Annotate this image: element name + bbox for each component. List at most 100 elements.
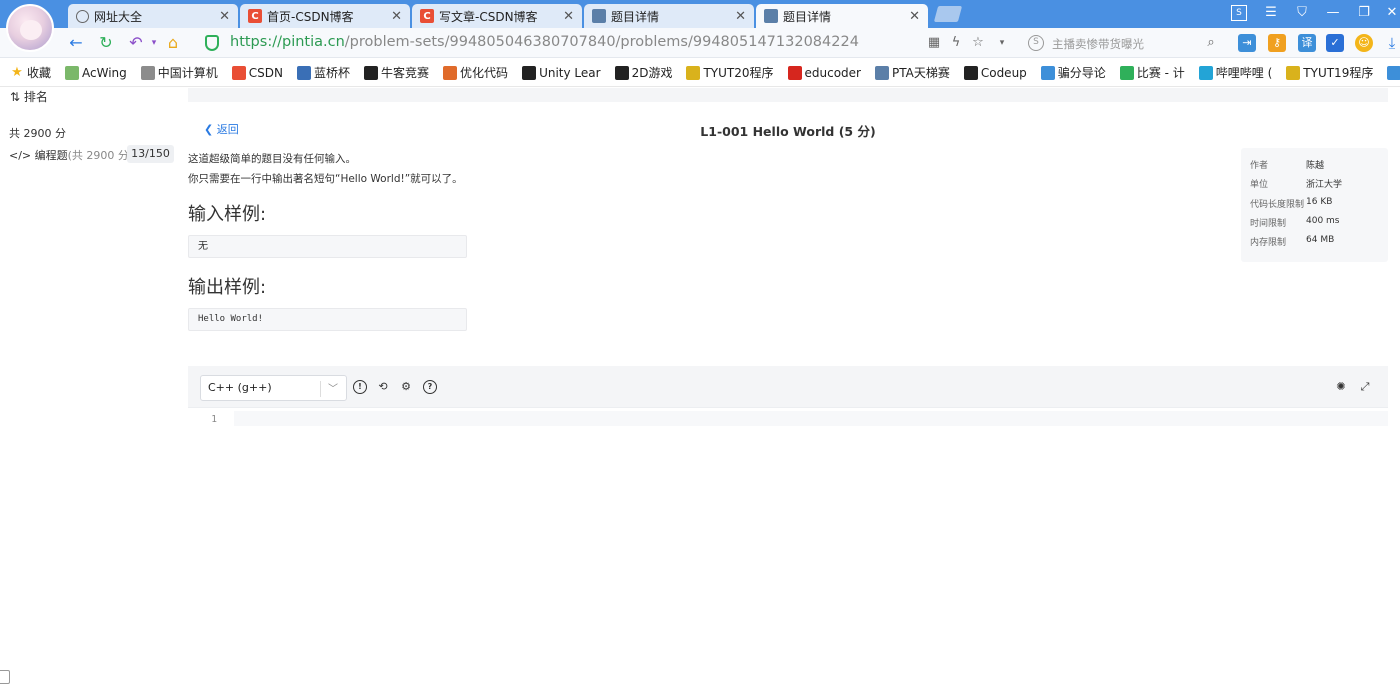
bookmark-label: 蓝桥杯: [314, 66, 351, 80]
search-icon[interactable]: ⌕: [1203, 35, 1219, 51]
browser-tab-bar: 网址大全 ✕ C 首页-CSDN博客 ✕ C 写文章-CSDN博客 ✕ 题目详情…: [0, 0, 1400, 52]
undo-dropdown-icon[interactable]: ▾: [144, 33, 164, 53]
bookmark-item[interactable]: ★ 收藏: [10, 64, 51, 81]
info-key: 时间限制: [1250, 218, 1287, 229]
shield-icon[interactable]: ✓: [1326, 34, 1344, 52]
bookmark-item[interactable]: 哔哩哔哩 (: [1198, 64, 1273, 81]
chevron-down-icon[interactable]: ▾: [994, 35, 1010, 51]
close-icon[interactable]: ✕: [391, 9, 402, 24]
bookmark-item[interactable]: 首页 - 洛: [1387, 64, 1400, 81]
bookmark-label: 收藏: [27, 66, 52, 80]
secure-shield-icon: [205, 35, 219, 51]
tab-url-directory[interactable]: 网址大全 ✕: [68, 4, 238, 28]
info-value: 浙江大学: [1306, 180, 1343, 191]
sidebar-item-programming[interactable]: </> 编程题(共 2900 分): [9, 147, 133, 163]
runner-icon: [1040, 65, 1055, 80]
tab-problem-detail[interactable]: 题目详情 ✕: [584, 4, 754, 28]
tab-csdn-home[interactable]: C 首页-CSDN博客 ✕: [240, 4, 410, 28]
info-value: 16 KB: [1306, 196, 1333, 207]
history-icon[interactable]: ⟲: [376, 380, 390, 394]
close-icon[interactable]: ✕: [219, 9, 230, 24]
bookmark-item[interactable]: 比赛 - 计: [1119, 64, 1185, 81]
home-icon[interactable]: ⌂: [163, 33, 183, 53]
tyut-icon: [1286, 65, 1301, 80]
close-icon[interactable]: ✕: [909, 9, 920, 24]
sidebar-toggle-icon[interactable]: S: [1231, 5, 1247, 21]
ccf-icon: [140, 65, 155, 80]
theme-icon[interactable]: ✺: [1334, 380, 1348, 394]
bookmark-label: 哔哩哔哩 (: [1215, 66, 1273, 80]
back-link[interactable]: ❮ 返回: [204, 121, 239, 137]
progress-badge: 13/150: [127, 145, 174, 163]
bookmark-label: 牛客竞赛: [381, 66, 430, 80]
sort-icon: ⇅: [10, 90, 24, 104]
line-gutter: [188, 408, 224, 700]
fullscreen-icon[interactable]: ⤢: [1358, 380, 1372, 394]
minimize-icon[interactable]: —: [1325, 5, 1341, 21]
bookmark-item[interactable]: TYUT20程序: [686, 64, 774, 81]
back-arrow-icon[interactable]: ←: [66, 33, 86, 53]
settings-icon[interactable]: ⚙: [399, 380, 413, 394]
menu-icon[interactable]: ☰: [1263, 5, 1279, 21]
code-input-area[interactable]: [234, 411, 1388, 426]
emoji-icon[interactable]: ☺: [1355, 34, 1373, 52]
qrcode-icon[interactable]: ▦: [926, 35, 942, 51]
problem-description: 你只需要在一行中输出著名短句“Hello World!”就可以了。: [188, 173, 463, 185]
bookmark-label: 比赛 - 计: [1136, 66, 1185, 80]
educoder-icon: [787, 65, 802, 80]
pta-icon: [764, 9, 778, 23]
login-icon[interactable]: ⇥: [1238, 34, 1256, 52]
url-field[interactable]: https://pintia.cn/problem-sets/994805046…: [230, 34, 859, 50]
nowcoder-icon: [364, 65, 379, 80]
new-tab-button[interactable]: [933, 6, 963, 22]
tab-title: 网址大全: [94, 9, 143, 24]
bookmark-item[interactable]: 中国计算机: [140, 64, 218, 81]
url-host: pintia.cn: [281, 34, 345, 50]
bookmark-item[interactable]: 骗分导论: [1040, 64, 1106, 81]
bookmark-item[interactable]: Codeup: [963, 65, 1027, 80]
tab-title: 写文章-CSDN博客: [439, 9, 538, 24]
restore-icon[interactable]: ❐: [1356, 5, 1372, 21]
bookmark-label: 中国计算机: [157, 66, 218, 80]
info-key: 内存限制: [1250, 238, 1287, 249]
user-avatar[interactable]: [6, 4, 54, 52]
bookmark-item[interactable]: Unity Lear: [522, 65, 601, 80]
bookmark-item[interactable]: TYUT19程序: [1286, 64, 1373, 81]
output-sample-box: Hello World!: [188, 308, 467, 331]
bookmark-item[interactable]: 优化代码: [443, 64, 508, 81]
key-icon[interactable]: ⚷: [1268, 34, 1286, 52]
bookmark-label: educoder: [804, 65, 861, 80]
bookmark-item[interactable]: PTA天梯赛: [874, 64, 950, 81]
close-icon[interactable]: ✕: [563, 9, 574, 24]
undo-icon[interactable]: ↶: [126, 33, 146, 53]
download-icon[interactable]: ⤓: [1383, 34, 1400, 52]
search-input[interactable]: 主播卖惨带货曝光: [1052, 36, 1144, 52]
star-icon[interactable]: ☆: [970, 35, 986, 51]
search-engine-icon[interactable]: S: [1028, 35, 1044, 51]
sidebar-item-rank[interactable]: ⇅ 排名: [10, 88, 48, 105]
refresh-icon[interactable]: ↻: [96, 33, 116, 53]
tab-csdn-write[interactable]: C 写文章-CSDN博客 ✕: [412, 4, 582, 28]
collapse-handle-icon[interactable]: [0, 670, 10, 684]
close-window-icon[interactable]: ✕: [1384, 5, 1400, 21]
bookmark-item[interactable]: 蓝桥杯: [297, 64, 350, 81]
close-icon[interactable]: ✕: [735, 9, 746, 24]
lightning-icon[interactable]: ϟ: [948, 35, 964, 51]
skin-icon[interactable]: ⛉: [1294, 5, 1310, 21]
language-select[interactable]: C++ (g++) ﹀: [200, 375, 347, 401]
bookmark-item[interactable]: AcWing: [65, 65, 127, 80]
info-value: 400 ms: [1306, 215, 1340, 226]
translate-icon[interactable]: 译: [1298, 34, 1316, 52]
info-icon[interactable]: !: [353, 380, 367, 394]
contest-icon: [1119, 65, 1134, 80]
top-strip: [188, 88, 1388, 102]
tab-problem-detail-active[interactable]: 题目详情 ✕: [756, 4, 928, 28]
bookmark-item[interactable]: 2D游戏: [614, 64, 672, 81]
pta-icon: [592, 9, 606, 23]
help-icon[interactable]: ?: [423, 380, 437, 394]
bookmark-item[interactable]: 牛客竞赛: [364, 64, 429, 81]
output-sample-heading: 输出样例:: [188, 277, 267, 298]
bookmark-item[interactable]: educoder: [787, 65, 861, 80]
language-value: C++ (g++): [208, 381, 272, 394]
bookmark-item[interactable]: CSDN: [231, 65, 283, 80]
